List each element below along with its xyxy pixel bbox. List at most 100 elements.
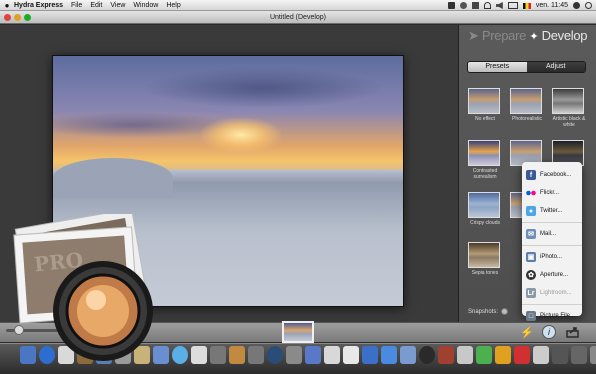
menu-separator (522, 304, 582, 305)
language-flag-icon[interactable] (522, 2, 531, 9)
close-icon[interactable] (4, 14, 11, 21)
preset-label: Crispy clouds (469, 220, 500, 226)
app-icon[interactable] (324, 346, 340, 364)
menu-edit[interactable]: Edit (90, 2, 102, 9)
preset-item[interactable]: Crispy clouds (468, 192, 502, 226)
app-icon[interactable] (552, 346, 568, 364)
app-icon[interactable] (305, 346, 321, 364)
lightroom-icon: Lr (526, 288, 536, 298)
preset-thumbnail (468, 242, 500, 268)
lightning-icon[interactable]: ⚡ (520, 325, 534, 339)
share-item-label: Twitter... (540, 208, 563, 214)
app-icon[interactable] (495, 346, 511, 364)
preset-label: Photorealistic (511, 116, 542, 122)
share-item-label: iPhoto... (540, 254, 563, 260)
preset-label: No effect (475, 116, 495, 122)
share-iphoto[interactable]: ▣ iPhoto... (522, 248, 582, 266)
menu-view[interactable]: View (110, 2, 125, 9)
facebook-icon: f (526, 170, 536, 180)
photo-sun (201, 118, 281, 152)
app-icon[interactable] (533, 346, 549, 364)
trash-icon[interactable] (590, 346, 596, 364)
garageband-icon[interactable] (229, 346, 245, 364)
preset-thumbnail (510, 88, 542, 114)
spotlight-icon[interactable] (585, 2, 592, 9)
tab-presets[interactable]: Presets (468, 62, 527, 72)
wifi-icon[interactable] (483, 2, 491, 9)
zoom-icon[interactable] (24, 14, 31, 21)
hydra-pro-logo: PRO (0, 208, 180, 374)
develop-mode-label[interactable]: Develop (542, 28, 588, 43)
app-icon[interactable] (286, 346, 302, 364)
flickr-icon (526, 188, 536, 198)
share-item-label: Facebook... (540, 172, 572, 178)
preset-item[interactable]: Artistic black & white (552, 88, 586, 128)
app-icon[interactable] (343, 346, 359, 364)
filmstrip-thumbnail[interactable] (282, 321, 314, 343)
app-icon[interactable] (362, 346, 378, 364)
share-item-label: Picture File... (540, 313, 576, 319)
user-icon[interactable] (573, 2, 580, 9)
share-mail[interactable]: ✉ Mail... (522, 225, 582, 243)
panel-tabs: Presets Adjust (467, 61, 586, 73)
app-icon[interactable] (476, 346, 492, 364)
screen: { "menubar": { "app_name": "Hydra Expres… (0, 0, 596, 374)
app-icon[interactable] (267, 346, 283, 364)
share-facebook[interactable]: f Facebook... (522, 166, 582, 184)
twitter-icon: ● (526, 206, 536, 216)
clock[interactable]: ven. 11:45 (536, 2, 568, 9)
mode-switcher[interactable]: ➤ Prepare ✦ Develop (468, 28, 588, 44)
preset-item[interactable]: Sepia tones (468, 242, 502, 276)
preset-thumbnail (552, 88, 584, 114)
menu-help[interactable]: Help (166, 2, 180, 9)
app-icon[interactable] (381, 346, 397, 364)
dropbox-icon[interactable] (447, 2, 455, 9)
preset-label: Sepia tones (471, 270, 499, 276)
share-item-label: Lightroom... (540, 290, 572, 296)
preset-item[interactable]: No effect (468, 88, 502, 122)
share-lightroom: Lr Lightroom... (522, 284, 582, 302)
app-icon[interactable] (514, 346, 530, 364)
aperture-icon: ✿ (526, 270, 536, 280)
app-icon[interactable] (457, 346, 473, 364)
menu-file[interactable]: File (71, 2, 82, 9)
app-icon[interactable] (248, 346, 264, 364)
share-menu: f Facebook... Flickr... ● Twitter... ✉ M… (522, 162, 582, 321)
snapshot-button[interactable] (501, 308, 509, 315)
preset-item[interactable]: Contrasted surrealism (468, 140, 502, 180)
window-title-bar: Untitled (Develop) (0, 11, 596, 24)
app-icon[interactable] (210, 346, 226, 364)
volume-icon[interactable] (495, 2, 503, 9)
battery-icon[interactable] (507, 2, 518, 9)
window-title: Untitled (Develop) (269, 14, 327, 21)
apple-menu-icon[interactable]: ● (0, 1, 14, 10)
photo-cloud (143, 68, 383, 108)
share-item-label: Mail... (540, 231, 557, 237)
picture-file-icon: □ (526, 311, 536, 321)
info-icon[interactable]: i (542, 325, 556, 339)
preset-thumbnail (468, 88, 500, 114)
prepare-mode-label[interactable]: Prepare (482, 28, 526, 43)
share-icon[interactable] (566, 325, 580, 339)
share-twitter[interactable]: ● Twitter... (522, 202, 582, 220)
menu-extras: ven. 11:45 (447, 0, 592, 11)
share-flickr[interactable]: Flickr... (522, 184, 582, 202)
minimize-icon[interactable] (14, 14, 21, 21)
tab-adjust[interactable]: Adjust (526, 62, 585, 72)
app-icon[interactable] (419, 346, 435, 364)
app-menu[interactable]: Hydra Express (14, 2, 63, 9)
develop-mode-icon: ✦ (529, 31, 539, 43)
app-icon[interactable] (571, 346, 587, 364)
preset-item[interactable]: Photorealistic (510, 88, 544, 122)
share-item-label: Aperture... (540, 272, 569, 278)
app-icon[interactable] (438, 346, 454, 364)
app-icon[interactable] (191, 346, 207, 364)
iphoto-icon: ▣ (526, 252, 536, 262)
prepare-mode-icon: ➤ (468, 28, 479, 43)
bluetooth-icon[interactable] (471, 2, 479, 9)
status-icon[interactable] (459, 2, 467, 9)
window-controls (4, 14, 31, 21)
share-aperture[interactable]: ✿ Aperture... (522, 266, 582, 284)
menu-window[interactable]: Window (133, 2, 158, 9)
app-icon[interactable] (400, 346, 416, 364)
